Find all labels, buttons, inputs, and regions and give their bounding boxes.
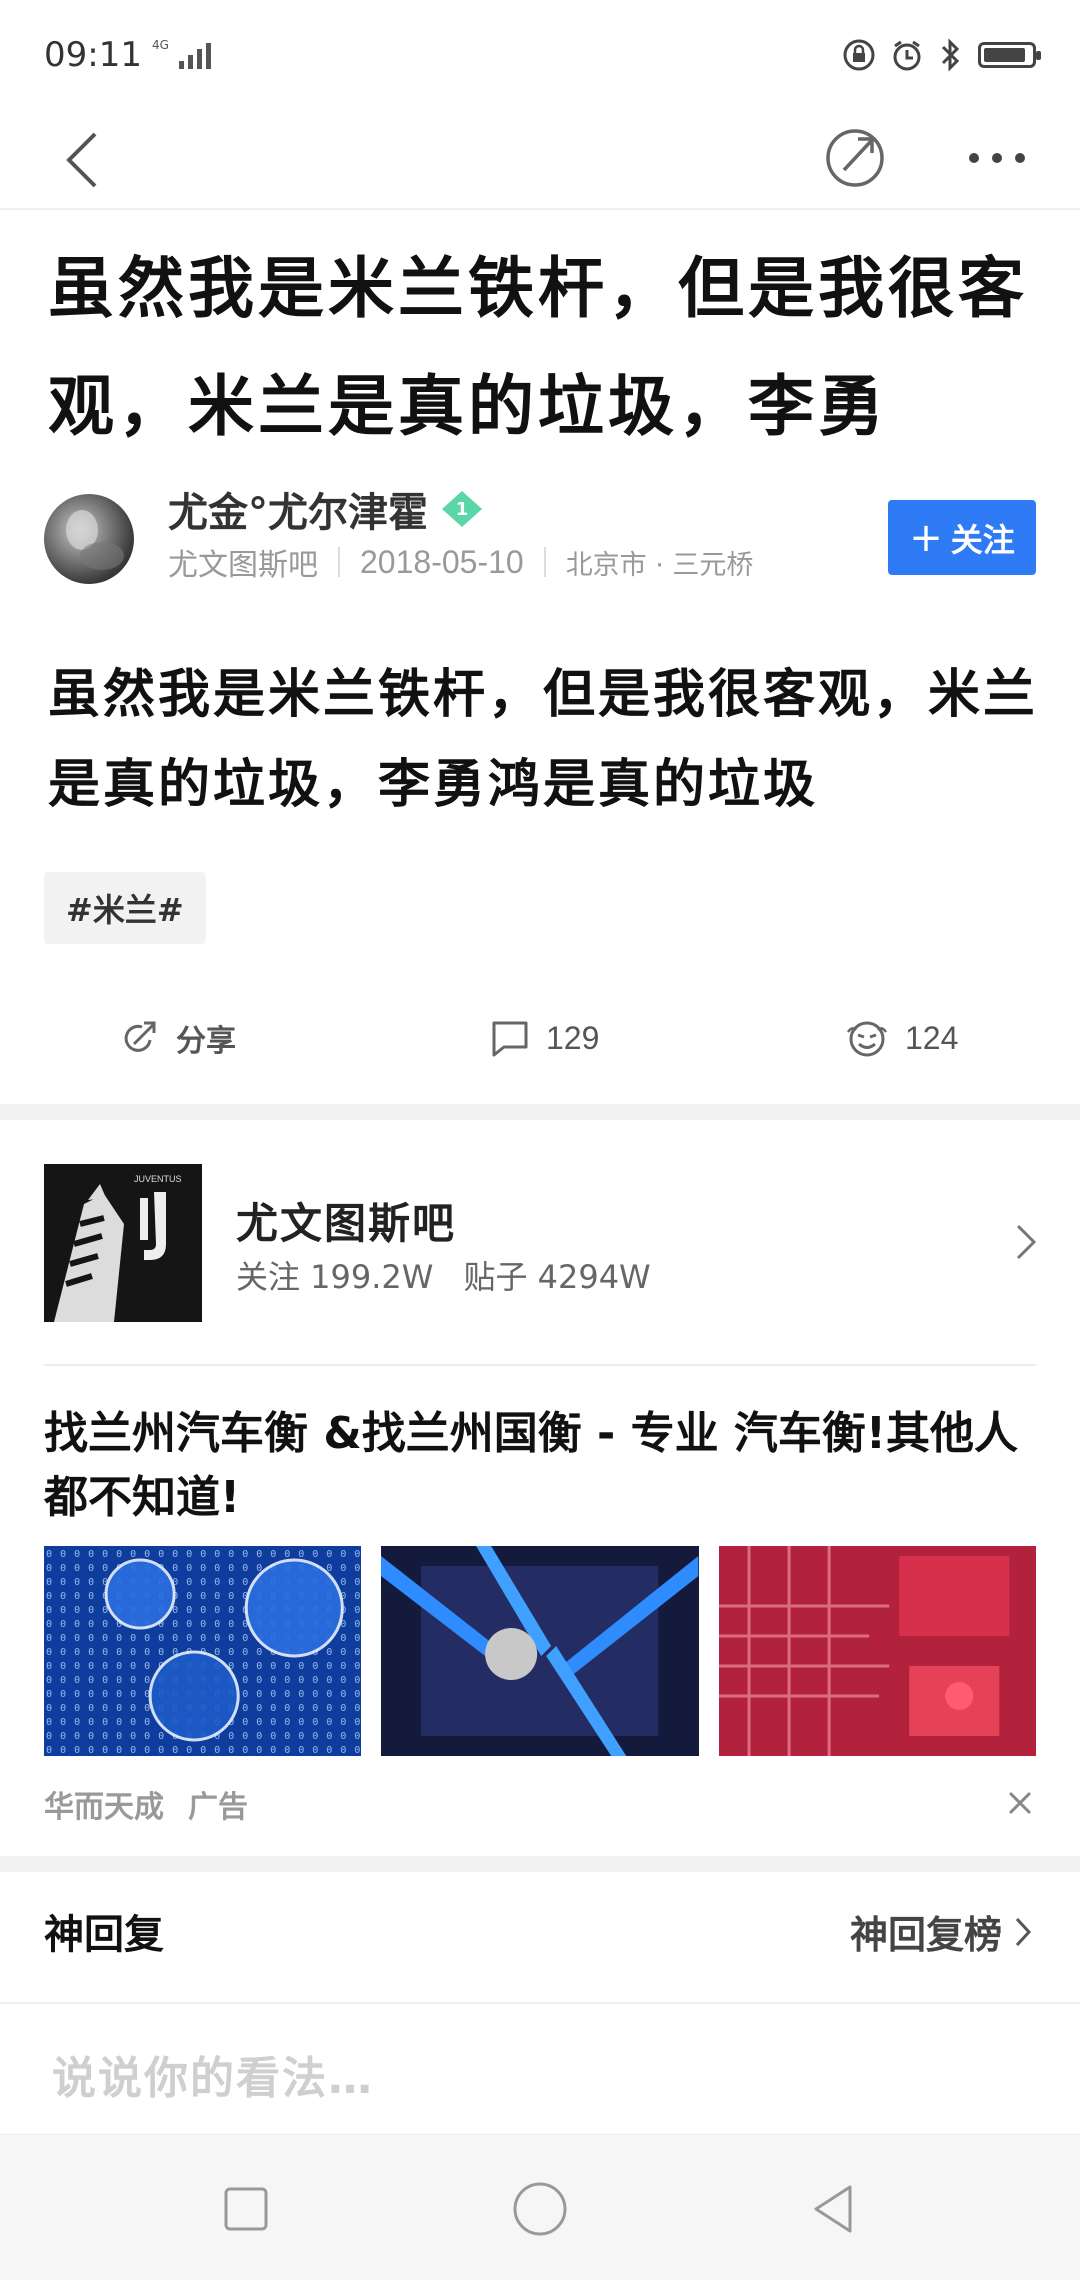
ad-source: 华而天成 (44, 1790, 164, 1825)
back-icon[interactable] (804, 2179, 864, 2239)
status-bar: 09:11 4G (0, 0, 1080, 110)
ad-images[interactable]: 0 (44, 1546, 1036, 1756)
share-icon (124, 1021, 156, 1052)
ad-footer: 华而天成 广告 (44, 1782, 248, 1826)
post-location: 北京市 · 三元桥 (565, 549, 754, 581)
god-replies-rank-label: 神回复榜 (850, 1913, 1003, 1957)
system-nav-bar (0, 2134, 1080, 2280)
alarm-icon (893, 40, 921, 71)
likes-count: 124 (905, 1019, 959, 1056)
more-menu-icon[interactable] (962, 118, 1032, 198)
post-date: 2018-05-10 (360, 543, 524, 580)
avatar[interactable] (44, 494, 134, 584)
forum-name[interactable]: 尤文图斯吧 (236, 1190, 456, 1251)
battery-icon (978, 42, 1041, 68)
divider (44, 1364, 1036, 1366)
lock-icon (843, 39, 875, 71)
follow-button[interactable]: + 关注 (888, 500, 1036, 575)
comment-input[interactable]: 说说你的看法… (0, 2002, 1080, 2134)
forum-logo-text: JUVENTUS (134, 1174, 182, 1184)
network-type: 4G (151, 38, 169, 52)
share-label: 分享 (176, 1024, 236, 1059)
nav-bar (0, 110, 1080, 210)
like-face-icon (846, 1021, 888, 1057)
signal-icon (178, 41, 211, 69)
bluetooth-icon (941, 38, 960, 72)
close-icon[interactable] (1005, 1788, 1035, 1818)
section-divider (0, 1856, 1080, 1872)
level-badge: 1 (442, 491, 482, 527)
forum-logo[interactable]: JUVENTUS (44, 1164, 202, 1322)
author-info: 尤金°尤尔津霍 1 (168, 480, 482, 538)
forum-followers: 关注 199.2W (236, 1258, 434, 1296)
ad-image[interactable] (718, 1546, 1036, 1756)
ad-image[interactable] (381, 1546, 699, 1756)
god-replies-title: 神回复 (44, 1912, 164, 1958)
comments-count: 129 (546, 1019, 600, 1056)
post-forum[interactable]: 尤文图斯吧 (168, 540, 318, 584)
post-body: 虽然我是米兰铁杆，但是我很客观，米兰是真的垃圾，李勇鸿是真的垃圾 (48, 665, 1039, 815)
post-meta: 尤文图斯吧 2018-05-10 北京市 · 三元桥 (168, 540, 753, 584)
chevron-right-icon[interactable] (1010, 1220, 1040, 1264)
section-divider (0, 1104, 1080, 1120)
ad-label: 广告 (188, 1790, 248, 1825)
plus-icon: + (909, 514, 943, 561)
topic-tag[interactable]: #米兰# (44, 872, 206, 944)
forum-posts: 贴子 4294W (463, 1258, 651, 1296)
ad-title[interactable]: 找兰州汽车衡 &找兰州国衡 - 专业 汽车衡!其他人都不知道! (44, 1402, 1044, 1530)
chevron-right-icon (1015, 1917, 1032, 1946)
like-button[interactable]: 124 (845, 990, 958, 1086)
home-icon[interactable] (510, 2179, 570, 2239)
god-replies-rank-link[interactable]: 神回复榜 (850, 1904, 1034, 1959)
recent-apps-icon[interactable] (216, 2179, 276, 2239)
comment-icon (492, 1021, 528, 1057)
author-name[interactable]: 尤金°尤尔津霍 (168, 480, 428, 538)
status-time: 09:11 (44, 35, 142, 75)
ad-image[interactable]: 0 (44, 1546, 362, 1756)
share-button[interactable]: 分享 (120, 990, 236, 1086)
share-icon[interactable] (820, 118, 890, 198)
back-arrow-icon[interactable] (55, 120, 115, 200)
follow-label: 关注 (950, 520, 1015, 559)
post-title: 虽然我是米兰铁杆，但是我很客观，米兰是真的垃圾，李勇 (48, 250, 1028, 445)
post-actions: 分享 129 124 (0, 990, 1080, 1086)
forum-stats: 关注 199.2W 贴子 4294W (236, 1252, 651, 1298)
comment-placeholder: 说说你的看法… (52, 2053, 374, 2104)
meta-divider (338, 547, 340, 577)
comment-button[interactable]: 129 (490, 990, 599, 1086)
meta-divider (543, 547, 546, 577)
